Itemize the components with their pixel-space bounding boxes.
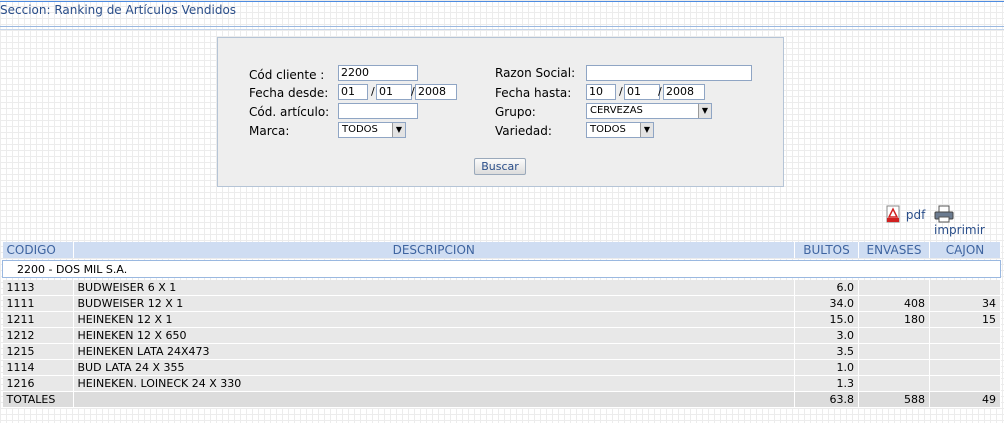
cell-envases: 408 <box>858 295 930 312</box>
print-link[interactable]: imprimir <box>934 205 1004 237</box>
table-row: 1216 HEINEKEN. LOINECK 24 X 330 1.3 <box>2 375 1001 392</box>
cell-cajon <box>929 280 1001 296</box>
razon-social-label: Razon Social: <box>495 66 576 80</box>
cliente-label: Cód cliente : <box>249 68 325 82</box>
pdf-label: pdf <box>905 208 926 222</box>
grupo-label: Grupo: <box>495 105 536 119</box>
cell-descripcion: HEINEKEN 12 X 1 <box>73 311 795 328</box>
cell-envases <box>858 359 930 376</box>
cliente-input[interactable]: 2200 <box>338 65 418 81</box>
cell-envases <box>858 375 930 392</box>
title-divider-secondary <box>0 29 1004 30</box>
print-label: imprimir <box>934 223 985 237</box>
cell-bultos: 1.0 <box>794 359 859 376</box>
client-group-label: 2200 - DOS MIL S.A. <box>2 260 1001 278</box>
cell-codigo: 1215 <box>2 343 74 360</box>
totals-bultos: 63.8 <box>794 391 859 408</box>
cell-envases <box>858 343 930 360</box>
table-row: 1215 HEINEKEN LATA 24X473 3.5 <box>2 343 1001 360</box>
date-separator: / <box>619 85 623 98</box>
chevron-down-icon: ▼ <box>392 123 405 137</box>
fecha-hasta-label: Fecha hasta: <box>495 86 572 100</box>
cell-codigo: 1113 <box>2 280 74 296</box>
filter-panel: Cód cliente : 2200 Razon Social: Fecha d… <box>217 37 784 187</box>
marca-value: TODOS <box>342 124 378 135</box>
cell-codigo: 1212 <box>2 327 74 344</box>
cell-descripcion: BUD LATA 24 X 355 <box>73 359 795 376</box>
totals-row: TOTALES 63.8 588 49 <box>2 391 1001 408</box>
cell-envases <box>858 280 930 296</box>
section-title: Seccion: Ranking de Artículos Vendidos <box>0 3 237 17</box>
totals-descripcion <box>73 391 795 408</box>
variedad-value: TODOS <box>590 124 626 135</box>
pdf-link[interactable]: pdf <box>884 205 925 223</box>
cell-descripcion: HEINEKEN LATA 24X473 <box>73 343 795 360</box>
cell-bultos: 34.0 <box>794 295 859 312</box>
grupo-select[interactable]: CERVEZAS ▼ <box>586 103 712 119</box>
chevron-down-icon: ▼ <box>640 123 653 137</box>
cell-envases <box>858 327 930 344</box>
cell-bultos: 3.0 <box>794 327 859 344</box>
cell-descripcion: BUDWEISER 12 X 1 <box>73 295 795 312</box>
variedad-select[interactable]: TODOS ▼ <box>586 122 654 138</box>
fecha-hasta-day[interactable]: 10 <box>586 84 616 100</box>
cell-codigo: 1111 <box>2 295 74 312</box>
cell-bultos: 3.5 <box>794 343 859 360</box>
cell-descripcion: BUDWEISER 6 X 1 <box>73 280 795 296</box>
fecha-hasta-month[interactable]: 01 <box>624 84 660 100</box>
printer-icon <box>934 205 954 223</box>
cell-bultos: 15.0 <box>794 311 859 328</box>
cell-codigo: 1114 <box>2 359 74 376</box>
cell-cajon <box>929 343 1001 360</box>
table-row: 1113 BUDWEISER 6 X 1 6.0 <box>2 280 1001 296</box>
table-row: 1111 BUDWEISER 12 X 1 34.0 408 34 <box>2 295 1001 312</box>
cell-bultos: 1.3 <box>794 375 859 392</box>
table-row: 1114 BUD LATA 24 X 355 1.0 <box>2 359 1001 376</box>
cell-cajon: 15 <box>929 311 1001 328</box>
fecha-desde-year[interactable]: 2008 <box>415 84 457 100</box>
cell-envases: 180 <box>858 311 930 328</box>
ranking-table: CODIGO DESCRIPCION BULTOS ENVASES CAJON … <box>2 242 1001 408</box>
pdf-icon <box>884 205 906 223</box>
articulo-input[interactable] <box>338 103 418 119</box>
col-envases[interactable]: ENVASES <box>858 242 930 258</box>
col-descripcion[interactable]: DESCRIPCION <box>73 242 795 258</box>
client-group-row: 2200 - DOS MIL S.A. <box>2 260 1001 278</box>
fecha-desde-month[interactable]: 01 <box>376 84 412 100</box>
date-separator: / <box>371 85 375 98</box>
col-cajon[interactable]: CAJON <box>929 242 1001 258</box>
marca-label: Marca: <box>249 124 290 138</box>
table-row: 1211 HEINEKEN 12 X 1 15.0 180 15 <box>2 311 1001 328</box>
table-header-row: CODIGO DESCRIPCION BULTOS ENVASES CAJON <box>2 242 1001 258</box>
col-codigo[interactable]: CODIGO <box>2 242 74 258</box>
top-rule <box>0 1 1004 2</box>
articulo-label: Cód. artículo: <box>249 105 330 119</box>
razon-social-input[interactable] <box>586 65 752 81</box>
cell-descripcion: HEINEKEN. LOINECK 24 X 330 <box>73 375 795 392</box>
date-separator: / <box>658 85 662 98</box>
cell-cajon <box>929 375 1001 392</box>
table-row: 1212 HEINEKEN 12 X 650 3.0 <box>2 327 1001 344</box>
marca-select[interactable]: TODOS ▼ <box>338 122 406 138</box>
buscar-button[interactable]: Buscar <box>474 158 526 175</box>
cell-codigo: 1216 <box>2 375 74 392</box>
fecha-desde-label: Fecha desde: <box>249 86 329 100</box>
variedad-label: Variedad: <box>495 124 552 138</box>
cell-descripcion: HEINEKEN 12 X 650 <box>73 327 795 344</box>
cell-cajon: 34 <box>929 295 1001 312</box>
cell-cajon <box>929 359 1001 376</box>
col-bultos[interactable]: BULTOS <box>794 242 859 258</box>
grupo-value: CERVEZAS <box>590 105 643 116</box>
fecha-desde-day[interactable]: 01 <box>338 84 368 100</box>
totals-label: TOTALES <box>2 391 74 408</box>
title-divider <box>0 26 1004 27</box>
cell-codigo: 1211 <box>2 311 74 328</box>
totals-cajon: 49 <box>929 391 1001 408</box>
totals-envases: 588 <box>858 391 930 408</box>
cell-cajon <box>929 327 1001 344</box>
cell-bultos: 6.0 <box>794 280 859 296</box>
chevron-down-icon: ▼ <box>698 104 711 118</box>
fecha-hasta-year[interactable]: 2008 <box>663 84 705 100</box>
